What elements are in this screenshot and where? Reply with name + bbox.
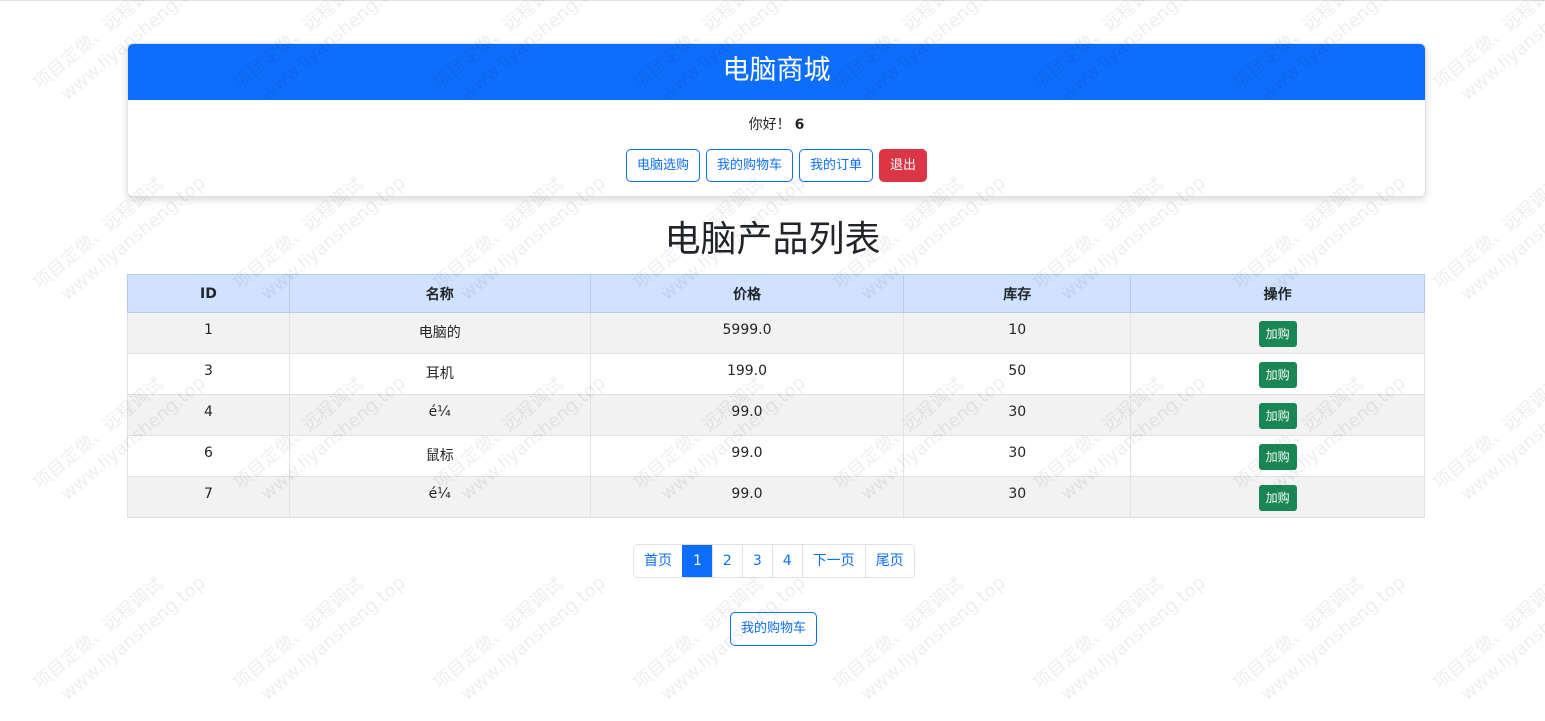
my-cart-button[interactable]: 我的购物车 — [730, 612, 818, 646]
cell-action: 加购 — [1130, 353, 1425, 395]
nav-shop-button[interactable]: 电脑选购 — [625, 149, 700, 182]
site-title: 电脑商城 — [128, 44, 1425, 100]
page-title: 电脑产品列表 — [664, 219, 881, 260]
cell-stock: 50 — [903, 353, 1132, 395]
cell-name: 电脑的 — [288, 312, 591, 354]
watermark-text-2: www.liyansheng.top — [1457, 572, 1545, 705]
cell-price: 199.0 — [589, 353, 905, 395]
watermark-tile: 项目定做、远程调试www.liyansheng.top — [430, 572, 610, 705]
table-row: 1 电脑的 5999.0 10 加购 — [127, 312, 1425, 354]
cell-stock: 30 — [903, 476, 1132, 518]
cell-name: 鼠标 — [288, 435, 591, 477]
column-header-action: 操作 — [1130, 274, 1425, 313]
column-header-stock: 库存 — [903, 274, 1132, 313]
page-link-1[interactable]: 1 — [682, 545, 712, 577]
page-link-4[interactable]: 4 — [771, 545, 802, 577]
watermark-text-1: 项目定做、远程调试 — [1430, 574, 1545, 694]
nav-orders-button[interactable]: 我的订单 — [799, 149, 874, 182]
cell-price: 99.0 — [589, 476, 905, 518]
watermark-text-2: www.liyansheng.top — [1257, 572, 1409, 705]
cell-name: é¼ — [288, 476, 591, 518]
watermark-tile: 项目定做、远程调试www.liyansheng.top — [230, 572, 410, 705]
watermark-tile: 项目定做、远程调试www.liyansheng.top — [1230, 572, 1410, 705]
username: 6 — [794, 117, 805, 133]
watermark-tile: 项目定做、远程调试www.liyansheng.top — [1430, 372, 1545, 505]
watermark-text-2: www.liyansheng.top — [457, 572, 609, 705]
product-table: ID 名称 价格 库存 操作 1 电脑的 5999.0 10 加购 3 耳机 1… — [127, 274, 1425, 518]
greeting: 你好！ 6 — [128, 115, 1425, 135]
add-to-cart-button[interactable]: 加购 — [1258, 321, 1297, 347]
watermark-text-1: 项目定做、远程调试 — [230, 574, 368, 694]
table-row: 3 耳机 199.0 50 加购 — [127, 353, 1425, 395]
watermark-text-2: www.liyansheng.top — [1457, 0, 1545, 105]
cell-price: 99.0 — [589, 394, 905, 436]
cell-action: 加购 — [1130, 312, 1425, 354]
logout-button[interactable]: 退出 — [879, 149, 928, 182]
watermark-text-1: 项目定做、远程调试 — [1430, 0, 1545, 94]
watermark-text-2: www.liyansheng.top — [257, 572, 409, 705]
page-link-3[interactable]: 3 — [741, 545, 772, 577]
cell-id: 1 — [127, 312, 290, 354]
watermark-text-1: 项目定做、远程调试 — [1230, 574, 1368, 694]
cell-action: 加购 — [1130, 394, 1425, 436]
pagination: 首页 1 2 3 4 下一页 尾页 — [633, 544, 915, 578]
watermark-tile: 项目定做、远程调试www.liyansheng.top — [30, 572, 210, 705]
add-to-cart-button[interactable]: 加购 — [1258, 362, 1297, 388]
watermark-text-1: 项目定做、远程调试 — [430, 574, 568, 694]
cell-name: 耳机 — [288, 353, 591, 395]
cell-id: 7 — [127, 476, 290, 518]
cell-id: 3 — [127, 353, 290, 395]
watermark-text-2: www.liyansheng.top — [1057, 572, 1209, 705]
cell-id: 4 — [127, 394, 290, 436]
add-to-cart-button[interactable]: 加购 — [1258, 444, 1297, 470]
watermark-text-2: www.liyansheng.top — [57, 572, 209, 705]
column-header-id: ID — [127, 274, 290, 313]
nav-bar: 电脑选购 我的购物车 我的订单 退出 — [128, 149, 1425, 182]
cell-price: 5999.0 — [589, 312, 905, 354]
table-row: 4 é¼ 99.0 30 加购 — [127, 394, 1425, 436]
page-next-link[interactable]: 下一页 — [801, 545, 865, 577]
cell-id: 6 — [127, 435, 290, 477]
cell-name: é¼ — [288, 394, 591, 436]
nav-cart-button[interactable]: 我的购物车 — [705, 149, 793, 182]
cell-stock: 30 — [903, 394, 1132, 436]
page-link-2[interactable]: 2 — [711, 545, 742, 577]
watermark-text-1: 项目定做、远程调试 — [30, 574, 168, 694]
page-first-link[interactable]: 首页 — [634, 545, 682, 577]
watermark-text-2: www.liyansheng.top — [1457, 372, 1545, 505]
add-to-cart-button[interactable]: 加购 — [1258, 485, 1297, 511]
column-header-name: 名称 — [288, 274, 591, 313]
watermark-tile: 项目定做、远程调试www.liyansheng.top — [1430, 0, 1545, 105]
greeting-text: 你好！ — [748, 117, 791, 133]
watermark-tile: 项目定做、远程调试www.liyansheng.top — [1030, 572, 1210, 705]
cell-price: 99.0 — [589, 435, 905, 477]
watermark-tile: 项目定做、远程调试www.liyansheng.top — [1430, 572, 1545, 705]
watermark-text-1: 项目定做、远程调试 — [1430, 374, 1545, 494]
table-row: 7 é¼ 99.0 30 加购 — [127, 476, 1425, 518]
cell-action: 加购 — [1130, 435, 1425, 477]
watermark-text-1: 项目定做、远程调试 — [830, 574, 968, 694]
page: 电脑商城 你好！ 6 电脑选购 我的购物车 我的订单 退出 电脑产品列表 ID 名… — [0, 0, 1545, 721]
cell-stock: 30 — [903, 435, 1132, 477]
table-row: 6 鼠标 99.0 30 加购 — [127, 435, 1425, 477]
watermark-text-2: www.liyansheng.top — [857, 572, 1009, 705]
add-to-cart-button[interactable]: 加购 — [1258, 403, 1297, 429]
column-header-price: 价格 — [589, 274, 905, 313]
top-divider — [0, 0, 1545, 1]
cell-action: 加购 — [1130, 476, 1425, 518]
cell-stock: 10 — [903, 312, 1132, 354]
table-header-row: ID 名称 价格 库存 操作 — [127, 274, 1425, 313]
header-card: 电脑商城 你好！ 6 电脑选购 我的购物车 我的订单 退出 — [127, 43, 1426, 197]
page-last-link[interactable]: 尾页 — [864, 545, 914, 577]
watermark-text-1: 项目定做、远程调试 — [1030, 574, 1168, 694]
